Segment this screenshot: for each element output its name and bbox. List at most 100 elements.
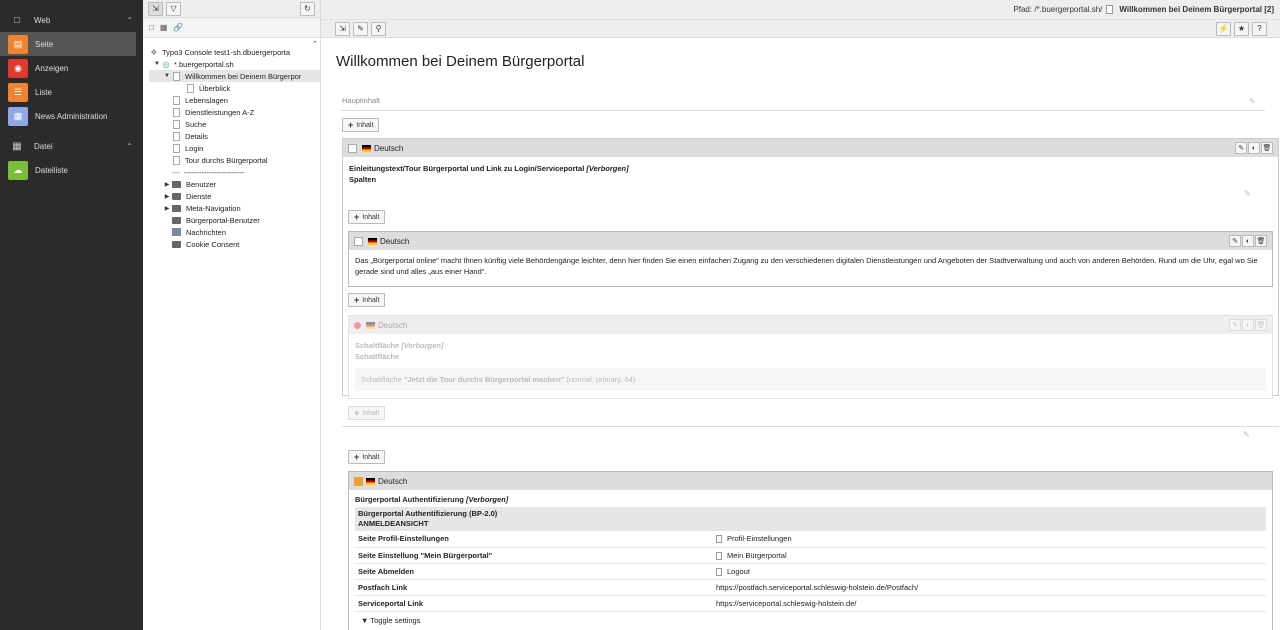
table-row: Postfach Link https://postfach.servicepor… [355,579,1266,596]
web-icon: □ [13,14,21,26]
toggle-visibility-icon[interactable]: ◐ [1248,142,1260,154]
folder-icon [172,192,181,200]
lightning-icon[interactable]: ⚡ [1216,21,1231,36]
scroll-up-icon[interactable]: ⌃ [312,40,318,48]
module-menu: □ Web ⌃ ▤ Seite ◉ Anzeigen ☰ Liste ▦ News Admin… [0,0,143,630]
language-label: Deutsch [374,143,404,153]
tree-node[interactable]: Tour durchs Bürgerportal [149,154,320,166]
module-item-anzeigen[interactable]: ◉ Anzeigen [0,56,136,80]
refresh-button[interactable]: ↻ [300,1,315,16]
page-icon [173,119,180,129]
page-icon [187,83,194,93]
edit-icon[interactable]: ✎ [1229,235,1241,247]
edit-icon[interactable]: ✎ [1229,319,1241,331]
tree-node[interactable]: — ------------------------ [149,166,320,178]
filter-button[interactable]: ▽ [166,1,181,16]
tree-node[interactable]: Cookie Consent [149,238,320,250]
tree-node-label: Willkommen bei Deinem Bürgerpor [185,71,302,81]
ce-title: Einleitungstext/Tour Bürgerportal und Li… [349,164,585,173]
add-content-button[interactable]: + Inhalt [348,293,386,307]
tree-node-label: *.buergerportal.sh [174,59,234,69]
module-item-news-administration[interactable]: ▦ News Administration [0,104,136,128]
tree-node-label: Details [185,131,208,141]
list-icon: ☰ [8,82,28,102]
german-flag-icon [362,144,371,152]
toggle-settings[interactable]: ▼ Toggle settings [355,615,1266,626]
module-item-label: Dateiliste [35,165,68,175]
add-content-button[interactable]: + Inhalt [342,118,380,132]
tree-node[interactable]: Suche [149,118,320,130]
news-folder-icon [172,228,181,236]
chevron-up-icon: ⌃ [126,15,133,25]
tree-node[interactable]: Details [149,130,320,142]
edit-column-icon[interactable]: ✎ [1249,97,1256,106]
tree-node[interactable]: ▼ ◎ *.buergerportal.sh [149,58,320,70]
tree-node[interactable]: ▶ Benutzer [149,178,320,190]
new-page-inside-icon[interactable]: ▦ [160,23,168,32]
eye-icon: ◉ [8,58,28,78]
add-content-button[interactable]: + Inhalt [348,450,386,464]
toggle-visibility-icon[interactable]: ◐ [1242,319,1254,331]
ce-body: Bürgerportal Authentifizierung [Verborge… [349,490,1272,630]
module-item-label: Anzeigen [35,63,69,73]
page-icon [716,535,722,544]
module-item-label: News Administration [35,111,108,121]
ce-type: Schaltfläche [355,352,400,361]
german-flag-icon [366,477,375,485]
module-item-dateiliste[interactable]: ☁ Dateiliste [0,158,136,182]
module-group-file[interactable]: ▦ Datei ⌃ [0,134,143,158]
edit-page-icon[interactable]: ✎ [353,21,368,36]
bookmark-star-icon[interactable]: ★ [1234,21,1249,36]
tree-node[interactable]: ▼ Willkommen bei Deinem Bürgerpor [149,70,320,82]
tree-node[interactable]: ▶ Meta-Navigation [149,202,320,214]
tree-node[interactable]: ❖ Typo3 Console test1-sh.dbuergerporta [149,46,320,58]
edit-icon[interactable]: ✎ [1235,142,1247,154]
add-content-button[interactable]: + Inhalt [348,406,386,420]
expand-toggle-icon[interactable]: ▶ [163,181,171,188]
select-checkbox[interactable] [348,143,357,153]
setting-key: Seite Abmelden [355,563,713,580]
docheader-toolbar: ⇲ ✎ ⚲ ⚡ ★ ? [321,20,1280,38]
toggle-visibility-icon[interactable]: ◐ [1242,235,1254,247]
module-item-liste[interactable]: ☰ Liste [0,80,136,104]
ce-body: Das „Bürgerportal online“ macht Ihnen kü… [355,256,1258,276]
tree-node[interactable]: Überblick [149,82,320,94]
expand-toggle-icon[interactable]: ▶ [163,205,171,212]
page-tree: ❖ Typo3 Console test1-sh.dbuergerporta ▼ ◎ *… [143,38,320,250]
delete-icon[interactable]: 🗑 [1255,235,1267,247]
select-checkbox[interactable] [354,236,363,246]
news-icon: ▦ [8,106,28,126]
new-page-toggle-button[interactable]: ⇲ [148,1,163,16]
caret-down-icon: ▼ [361,615,369,625]
tree-node[interactable]: Dienstleistungen A-Z [149,106,320,118]
tree-node-label: Überblick [199,83,231,93]
view-icon[interactable]: ⇲ [335,21,350,36]
german-flag-icon [366,321,375,329]
new-page-icon[interactable]: □ [149,23,154,32]
edit-ce-icon[interactable]: ✎ [1243,430,1250,439]
edit-ce-icon[interactable]: ✎ [1244,189,1251,198]
tree-node[interactable]: Bürgerportal-Benutzer [149,214,320,226]
delete-icon[interactable]: 🗑 [1255,319,1267,331]
expand-toggle-icon[interactable]: ▶ [163,193,171,200]
link-icon[interactable]: 🔗 [173,23,183,32]
delete-icon[interactable]: 🗑 [1261,142,1273,154]
expand-toggle-icon[interactable]: ▼ [163,73,171,79]
tree-node[interactable]: Login [149,142,320,154]
tree-node[interactable]: ▶ Dienste [149,190,320,202]
module-group-web[interactable]: □ Web ⌃ [0,8,143,32]
ce-header: Deutsch ✎ ◐ 🗑 [349,232,1272,250]
add-content-button[interactable]: + Inhalt [348,210,386,224]
table-row: Seite Einstellung "Mein Bürgerportal" Mei… [355,547,1266,564]
image-icon: ▦ [12,140,22,152]
tree-node-label: Suche [185,119,207,129]
content-area: Pfad: /*.buergerportal.sh/ Willkommen be… [321,0,1280,630]
search-icon[interactable]: ⚲ [371,21,386,36]
module-group-label: Datei [34,141,53,151]
expand-toggle-icon[interactable]: ▼ [153,61,161,67]
help-icon[interactable]: ? [1252,21,1267,36]
tree-node[interactable]: Nachrichten [149,226,320,238]
page-icon [173,95,180,105]
tree-node[interactable]: Lebenslagen [149,94,320,106]
module-item-seite[interactable]: ▤ Seite [0,32,136,56]
